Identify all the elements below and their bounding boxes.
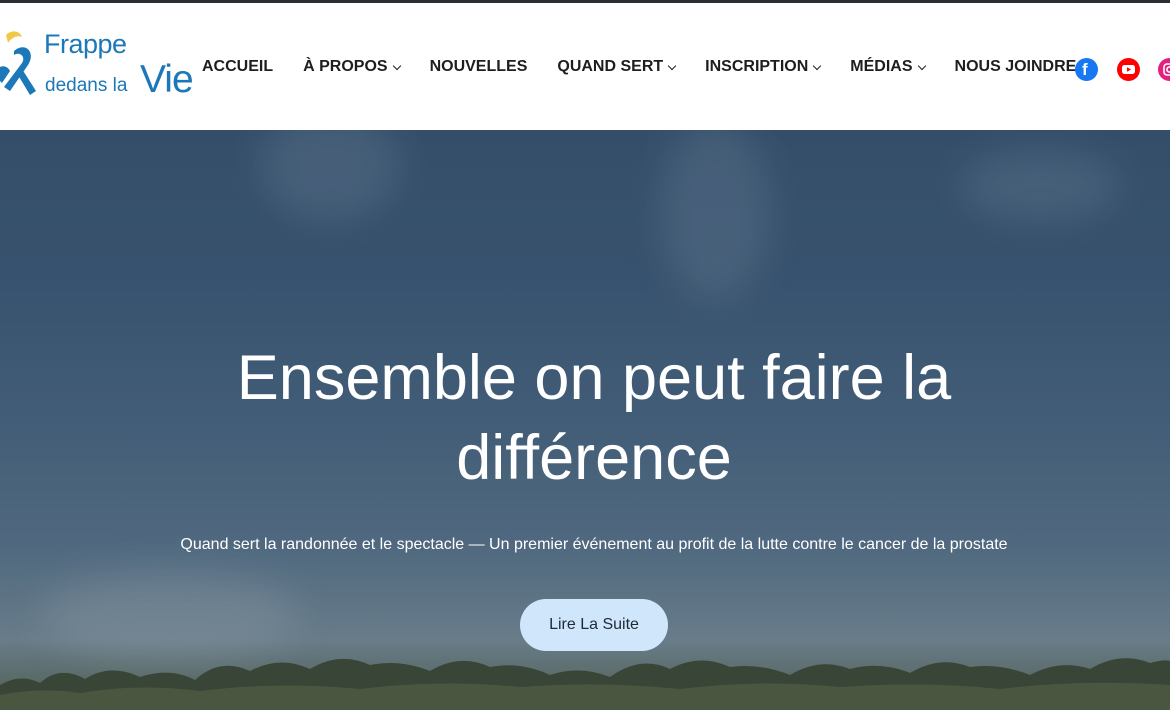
logo-text-dedans: dedans la — [45, 75, 128, 96]
chevron-down-icon — [392, 61, 401, 70]
hero-subtitle: Quand sert la randonnée et le spectacle … — [180, 536, 1008, 553]
chevron-down-icon — [917, 61, 926, 70]
nav-item-nous-joindre[interactable]: NOUS JOINDRE — [954, 58, 1090, 76]
nav-item-label: NOUVELLES — [429, 58, 528, 75]
nav-item-nouvelles[interactable]: NOUVELLES — [430, 58, 528, 76]
nav-item-inscription[interactable]: INSCRIPTION — [705, 58, 822, 76]
hero-banner: Ensemble on peut faire la différence Qua… — [0, 130, 1170, 710]
site-header: Frappe dedans la Vie ACCUEIL À PROPOS NO… — [0, 3, 1170, 130]
hero-title: Ensemble on peut faire la différence — [0, 338, 1170, 498]
nav-item-label: ACCUEIL — [202, 58, 274, 75]
logo-text-frappe: Frappe — [44, 29, 127, 59]
ribbon-logo-icon — [0, 31, 36, 95]
hero-title-line: Ensemble on peut faire la — [236, 343, 952, 413]
logo-text-vie: Vie — [140, 58, 194, 101]
main-nav: ACCUEIL À PROPOS NOUVELLES QUAND SERT IN… — [202, 55, 1118, 79]
instagram-icon[interactable] — [1158, 58, 1170, 81]
site-logo[interactable]: Frappe dedans la Vie — [0, 25, 194, 107]
nav-item-label: MÉDIAS — [850, 58, 913, 75]
nav-item-a-propos[interactable]: À PROPOS — [303, 58, 401, 76]
read-more-button[interactable]: Lire La Suite — [520, 599, 668, 651]
nav-item-accueil[interactable]: ACCUEIL — [202, 58, 273, 76]
facebook-icon[interactable]: f — [1075, 58, 1098, 81]
nav-item-label: NOUS JOINDRE — [954, 58, 1077, 75]
nav-item-quand-sert[interactable]: QUAND SERT — [557, 58, 677, 76]
nav-item-label: INSCRIPTION — [705, 58, 809, 75]
chevron-down-icon — [813, 61, 822, 70]
hero-title-line: différence — [456, 423, 732, 493]
nav-item-label: QUAND SERT — [557, 58, 664, 75]
nav-item-label: À PROPOS — [303, 58, 388, 75]
chevron-down-icon — [667, 61, 677, 70]
youtube-icon[interactable] — [1117, 58, 1140, 81]
nav-item-medias[interactable]: MÉDIAS — [850, 58, 926, 76]
